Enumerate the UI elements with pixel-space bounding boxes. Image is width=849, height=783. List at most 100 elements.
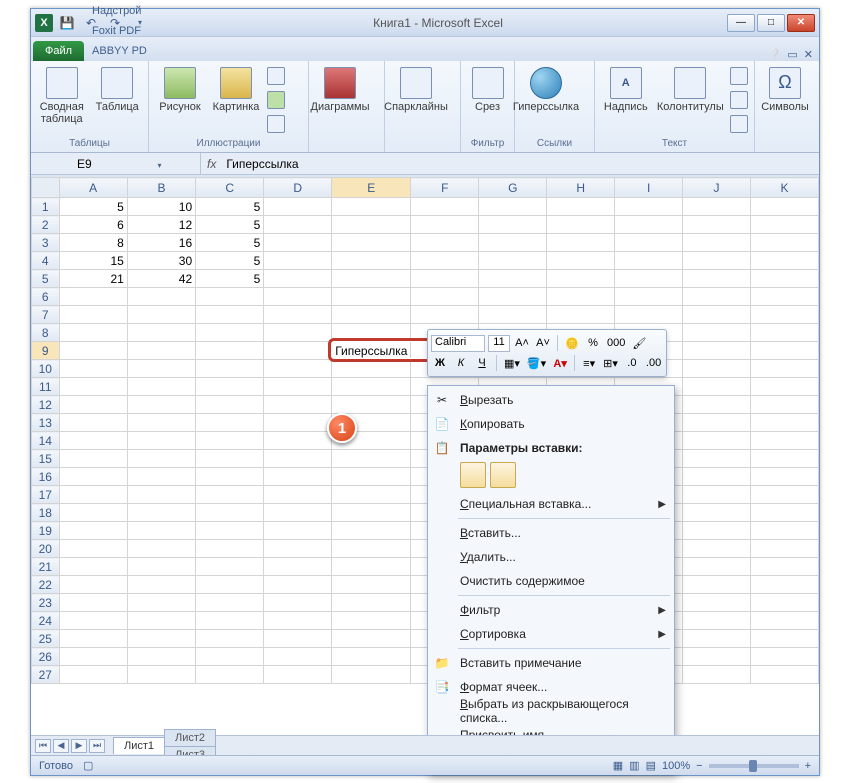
cell-D23[interactable] (264, 594, 332, 612)
cell-A11[interactable] (59, 378, 127, 396)
cell-I5[interactable] (615, 270, 683, 288)
row-header[interactable]: 27 (32, 666, 60, 684)
cell-E19[interactable] (332, 522, 411, 540)
sheet-nav-last[interactable]: ⏭ (89, 739, 105, 753)
cell-D2[interactable] (264, 216, 332, 234)
cell-A24[interactable] (59, 612, 127, 630)
cell-J15[interactable] (683, 450, 751, 468)
underline-button[interactable]: Ч (473, 354, 491, 372)
cell-G6[interactable] (479, 288, 547, 306)
cell-C9[interactable] (196, 342, 264, 360)
row-header[interactable]: 14 (32, 432, 60, 450)
sheet-nav-next[interactable]: ▶ (71, 739, 87, 753)
cell-C20[interactable] (196, 540, 264, 558)
ctx-dropdown-list[interactable]: Выбрать из раскрывающегося списка... (430, 699, 672, 723)
sheet-nav-prev[interactable]: ◀ (53, 739, 69, 753)
cell-A6[interactable] (59, 288, 127, 306)
font-color-icon[interactable]: A▾ (551, 354, 569, 372)
ctx-cut[interactable]: ✂Вырезать (430, 388, 672, 412)
cell-D18[interactable] (264, 504, 332, 522)
cell-C5[interactable]: 5 (196, 270, 264, 288)
cell-K11[interactable] (750, 378, 818, 396)
cell-H2[interactable] (547, 216, 615, 234)
cell-J13[interactable] (683, 414, 751, 432)
cell-C23[interactable] (196, 594, 264, 612)
cell-F4[interactable] (411, 252, 479, 270)
cell-C6[interactable] (196, 288, 264, 306)
cell-J5[interactable] (683, 270, 751, 288)
fx-icon[interactable]: fx (207, 157, 216, 171)
cell-B10[interactable] (127, 360, 195, 378)
cell-K9[interactable] (750, 342, 818, 360)
cell-G7[interactable] (479, 306, 547, 324)
screenshot-icon[interactable] (265, 113, 287, 135)
col-header[interactable]: E (332, 178, 411, 198)
col-header[interactable]: I (615, 178, 683, 198)
cell-I6[interactable] (615, 288, 683, 306)
cell-D1[interactable] (264, 198, 332, 216)
cell-A14[interactable] (59, 432, 127, 450)
worksheet-grid[interactable]: ABCDEFGHIJK15105261253816541530552142567… (31, 177, 819, 735)
cell-K23[interactable] (750, 594, 818, 612)
cell-D9[interactable] (264, 342, 332, 360)
cell-E17[interactable] (332, 486, 411, 504)
cell-K2[interactable] (750, 216, 818, 234)
cell-J27[interactable] (683, 666, 751, 684)
cell-A16[interactable] (59, 468, 127, 486)
cell-J1[interactable] (683, 198, 751, 216)
cell-K21[interactable] (750, 558, 818, 576)
cell-K24[interactable] (750, 612, 818, 630)
cell-B1[interactable]: 10 (127, 198, 195, 216)
zoom-out-icon[interactable]: − (696, 760, 702, 772)
cell-D21[interactable] (264, 558, 332, 576)
cell-B27[interactable] (127, 666, 195, 684)
cell-J8[interactable] (683, 324, 751, 342)
cell-C26[interactable] (196, 648, 264, 666)
row-header[interactable]: 1 (32, 198, 60, 216)
cell-J4[interactable] (683, 252, 751, 270)
row-header[interactable]: 15 (32, 450, 60, 468)
decrease-decimal-icon[interactable]: .0 (623, 354, 641, 372)
row-header[interactable]: 10 (32, 360, 60, 378)
paste-option-1[interactable] (460, 462, 486, 488)
view-normal-icon[interactable]: ▦ (613, 759, 623, 772)
close-button[interactable]: ✕ (787, 14, 815, 32)
italic-button[interactable]: К (452, 354, 470, 372)
view-break-icon[interactable]: ▤ (646, 759, 656, 772)
cell-A23[interactable] (59, 594, 127, 612)
cell-B26[interactable] (127, 648, 195, 666)
cell-E25[interactable] (332, 630, 411, 648)
cell-B18[interactable] (127, 504, 195, 522)
cell-B13[interactable] (127, 414, 195, 432)
cell-J22[interactable] (683, 576, 751, 594)
row-header[interactable]: 19 (32, 522, 60, 540)
cell-J11[interactable] (683, 378, 751, 396)
cell-E10[interactable] (332, 360, 411, 378)
cell-B11[interactable] (127, 378, 195, 396)
cell-K26[interactable] (750, 648, 818, 666)
cell-J14[interactable] (683, 432, 751, 450)
view-page-icon[interactable]: ▥ (629, 759, 639, 772)
cell-J24[interactable] (683, 612, 751, 630)
cell-A15[interactable] (59, 450, 127, 468)
cell-C15[interactable] (196, 450, 264, 468)
cell-D24[interactable] (264, 612, 332, 630)
ctx-comment[interactable]: 📁Вставить примечание (430, 651, 672, 675)
cell-E7[interactable] (332, 306, 411, 324)
name-box[interactable]: E9 (31, 153, 201, 174)
row-header[interactable]: 7 (32, 306, 60, 324)
cell-C2[interactable]: 5 (196, 216, 264, 234)
cell-B6[interactable] (127, 288, 195, 306)
cell-A9[interactable] (59, 342, 127, 360)
cell-J9[interactable] (683, 342, 751, 360)
cell-A13[interactable] (59, 414, 127, 432)
cell-D13[interactable] (264, 414, 332, 432)
cell-A12[interactable] (59, 396, 127, 414)
cell-E24[interactable] (332, 612, 411, 630)
cell-G1[interactable] (479, 198, 547, 216)
cell-B4[interactable]: 30 (127, 252, 195, 270)
cell-C16[interactable] (196, 468, 264, 486)
pivot-table-button[interactable]: Сводная таблица (35, 65, 89, 127)
cell-D26[interactable] (264, 648, 332, 666)
cell-C11[interactable] (196, 378, 264, 396)
